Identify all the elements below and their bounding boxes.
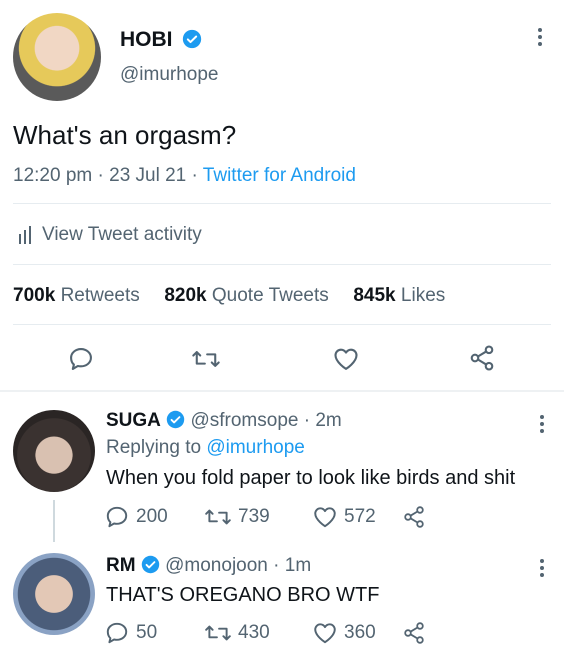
tweet-text: What's an orgasm? bbox=[13, 120, 237, 150]
like-button[interactable]: 360 bbox=[312, 620, 402, 646]
more-options-icon[interactable] bbox=[537, 28, 543, 49]
reply-header: SUGA @sfromsope · 2m bbox=[106, 410, 342, 432]
likes-count: 845k bbox=[353, 285, 396, 306]
author-display-name[interactable]: HOBI bbox=[120, 28, 173, 51]
reply-display-name[interactable]: RM bbox=[106, 555, 136, 576]
reply-actions: 200 739 572 bbox=[104, 504, 426, 530]
meta-separator: · bbox=[191, 165, 198, 186]
verified-badge-icon bbox=[166, 410, 185, 429]
reply-button[interactable]: 50 bbox=[104, 620, 204, 646]
quote-label: Quote Tweets bbox=[211, 285, 329, 306]
retweet-button[interactable]: 430 bbox=[204, 620, 312, 646]
more-options-icon[interactable] bbox=[539, 559, 545, 580]
like-count: 572 bbox=[344, 506, 376, 527]
like-count: 360 bbox=[344, 622, 376, 643]
more-options-icon[interactable] bbox=[539, 415, 545, 436]
meta-separator: · bbox=[97, 165, 104, 186]
share-icon[interactable] bbox=[468, 344, 496, 372]
tweet-meta: 12:20 pm · 23 Jul 21 · Twitter for Andro… bbox=[13, 165, 356, 187]
view-activity-row[interactable]: View Tweet activity bbox=[18, 224, 202, 246]
reply-handle-time[interactable]: @monojoon · 1m bbox=[165, 555, 311, 576]
divider bbox=[13, 264, 551, 265]
divider bbox=[13, 324, 551, 325]
rm-avatar[interactable] bbox=[13, 553, 95, 635]
retweet-count: 430 bbox=[238, 622, 270, 643]
verified-badge-icon bbox=[183, 29, 202, 49]
tweet-stats: 700k Retweets 820k Quote Tweets 845k Lik… bbox=[13, 285, 445, 307]
author-handle[interactable]: @imurhope bbox=[120, 64, 219, 86]
reply-text: THAT'S OREGANO BRO WTF bbox=[106, 584, 380, 606]
replying-to-link[interactable]: @imurhope bbox=[206, 437, 305, 458]
view-activity-label: View Tweet activity bbox=[42, 224, 202, 245]
like-icon bbox=[314, 507, 336, 528]
like-icon bbox=[314, 623, 336, 644]
reply-button[interactable]: 200 bbox=[104, 504, 204, 530]
reply-display-name[interactable]: SUGA bbox=[106, 410, 161, 431]
retweet-icon bbox=[205, 625, 231, 641]
reply-text: When you fold paper to look like birds a… bbox=[106, 467, 516, 489]
reply-header: RM @monojoon · 1m bbox=[106, 555, 311, 577]
replying-to: Replying to @imurhope bbox=[106, 437, 305, 459]
likes-stat[interactable]: 845k Likes bbox=[353, 285, 445, 306]
reply-icon[interactable] bbox=[67, 345, 95, 373]
reply-icon bbox=[106, 622, 128, 644]
tweet-source-link[interactable]: Twitter for Android bbox=[203, 165, 356, 186]
retweet-button[interactable]: 739 bbox=[204, 504, 312, 530]
tweet-date: 23 Jul 21 bbox=[109, 165, 187, 186]
reply-actions: 50 430 360 bbox=[104, 620, 426, 646]
divider bbox=[13, 203, 551, 204]
retweet-count: 739 bbox=[238, 506, 270, 527]
share-icon[interactable] bbox=[402, 621, 426, 645]
reply-handle-time[interactable]: @sfromsope · 2m bbox=[190, 410, 341, 431]
hobi-avatar[interactable] bbox=[13, 13, 101, 101]
share-icon[interactable] bbox=[402, 505, 426, 529]
quote-count: 820k bbox=[164, 285, 207, 306]
quote-tweets-stat[interactable]: 820k Quote Tweets bbox=[164, 285, 334, 306]
retweet-icon bbox=[205, 509, 231, 525]
suga-avatar[interactable] bbox=[13, 410, 95, 492]
likes-label: Likes bbox=[400, 285, 446, 306]
tweet-time: 12:20 pm bbox=[13, 165, 93, 186]
like-button[interactable]: 572 bbox=[312, 504, 402, 530]
like-icon[interactable] bbox=[331, 345, 361, 373]
retweets-label: Retweets bbox=[60, 285, 140, 306]
reply-icon bbox=[106, 506, 128, 528]
thread-line bbox=[53, 500, 55, 542]
reply-count: 50 bbox=[136, 622, 158, 643]
reply-count: 200 bbox=[136, 506, 168, 527]
verified-badge-icon bbox=[141, 555, 160, 574]
replying-prefix: Replying to bbox=[106, 437, 202, 458]
analytics-icon bbox=[19, 226, 31, 244]
divider bbox=[0, 390, 564, 392]
retweets-stat[interactable]: 700k Retweets bbox=[13, 285, 145, 306]
retweet-icon[interactable] bbox=[191, 345, 221, 373]
retweets-count: 700k bbox=[13, 285, 56, 306]
